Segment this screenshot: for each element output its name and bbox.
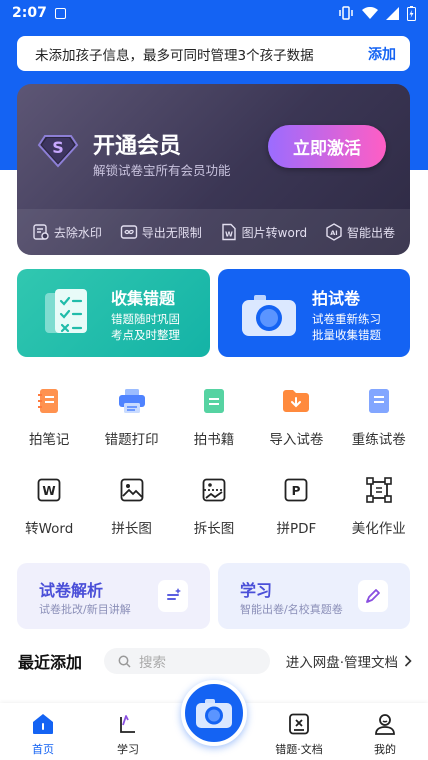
analysis-doc-icon [158, 580, 188, 612]
activate-vip-button[interactable]: 立即激活 [268, 125, 386, 168]
svg-text:W: W [43, 484, 56, 498]
svg-text:AI: AI [330, 229, 337, 237]
ai-icon: AI [326, 223, 342, 241]
tool-photo-books[interactable]: 拍书籍 [173, 386, 255, 448]
tab-me[interactable]: 我的 [355, 713, 415, 757]
tab-mistakes-docs[interactable]: 错题·文档 [269, 713, 329, 757]
tool-beautify-homework[interactable]: 美化作业 [338, 475, 420, 537]
svg-text:W: W [225, 231, 233, 239]
tool-to-word[interactable]: W 转Word [8, 475, 90, 537]
mistake-sheets-icon [45, 289, 87, 333]
card-line: 考点及时整理 [111, 328, 180, 342]
tool-grid-row-1: 拍笔记 错题打印 拍书籍 导入试卷 重练试卷 [8, 386, 420, 448]
svg-text:P: P [292, 484, 301, 498]
user-icon [375, 714, 395, 735]
tool-retry-exam[interactable]: 重练试卷 [338, 386, 420, 448]
status-time: 2:07 [12, 5, 47, 21]
exam-analysis-panel[interactable]: 试卷解析 试卷批改/新目讲解 [17, 563, 210, 629]
camera-icon [242, 295, 296, 336]
search-icon [118, 655, 131, 668]
notice-text: 未添加孩子信息，最多可同时管理3个孩子数据 [35, 47, 314, 64]
signal-icon [386, 6, 399, 20]
chevron-right-icon [404, 655, 412, 667]
study-icon [120, 715, 135, 733]
camera-fab-button[interactable] [181, 680, 247, 746]
beautify-icon [365, 477, 392, 503]
word-icon: W [37, 478, 61, 502]
search-input[interactable]: 搜索 [104, 648, 271, 674]
infinity-icon [120, 225, 137, 239]
card-line: 批量收集错题 [312, 328, 381, 342]
wifi-icon [362, 6, 378, 19]
recent-header: 最近添加 搜索 进入网盘·管理文档 [18, 648, 412, 674]
card-title: 收集错题 [111, 289, 176, 308]
search-placeholder: 搜索 [139, 655, 167, 671]
tool-grid-row-2: W 转Word 拼长图 拆长图 P 拼PDF 美化作业 [8, 475, 420, 537]
retry-doc-icon [368, 389, 389, 413]
vip-title: 开通会员 [93, 134, 182, 159]
vip-diamond-icon: S [37, 135, 79, 168]
tool-merge-pdf[interactable]: P 拼PDF [255, 475, 337, 537]
cloud-drive-link[interactable]: 进入网盘·管理文档 [286, 651, 412, 671]
panel-subtitle: 智能出卷/名校真题卷 [240, 603, 343, 616]
mistakes-doc-icon [289, 713, 309, 735]
split-image-icon [202, 478, 226, 502]
pdf-icon: P [284, 478, 308, 502]
vip-perks: 去除水印 导出无限制 W 图片转word AI 智能出卷 [17, 209, 410, 255]
status-bar: 2:07 [0, 0, 428, 26]
tool-merge-long-image[interactable]: 拼长图 [90, 475, 172, 537]
watermark-icon [33, 224, 49, 240]
tab-home[interactable]: 首页 [13, 713, 73, 757]
card-line: 错题随时巩固 [111, 312, 180, 326]
home-icon [33, 714, 53, 734]
collect-mistakes-card[interactable]: 收集错题 错题随时巩固 考点及时整理 [17, 269, 210, 357]
child-info-notice: 未添加孩子信息，最多可同时管理3个孩子数据 添加 [17, 36, 410, 71]
tool-split-long-image[interactable]: 拆长图 [173, 475, 255, 537]
tool-photo-notes[interactable]: 拍笔记 [8, 386, 90, 448]
perk-image-to-word: W 图片转word [220, 223, 307, 241]
perk-unlimited-export: 导出无限制 [120, 223, 202, 241]
panel-title: 试卷解析 [39, 581, 104, 600]
vip-subtitle: 解锁试卷宝所有会员功能 [93, 163, 231, 178]
card-line: 试卷重新练习 [312, 312, 381, 326]
svg-text:S: S [52, 138, 64, 157]
panel-title: 学习 [240, 581, 273, 600]
perk-ai-exam: AI 智能出卷 [325, 223, 395, 241]
printer-icon [118, 389, 145, 413]
vibrate-icon [339, 6, 353, 20]
tab-study[interactable]: 学习 [98, 713, 158, 757]
tool-print-mistakes[interactable]: 错题打印 [90, 386, 172, 448]
battery-icon [407, 5, 416, 21]
folder-import-icon [283, 390, 310, 412]
recent-title: 最近添加 [18, 653, 83, 672]
book-icon [203, 389, 224, 413]
scan-exam-card[interactable]: 拍试卷 试卷重新练习 批量收集错题 [218, 269, 410, 357]
merge-image-icon [120, 478, 143, 502]
pen-icon [358, 580, 388, 612]
notebook-icon [38, 389, 59, 413]
vip-banner[interactable]: S 开通会员 解锁试卷宝所有会员功能 立即激活 去除水印 导出无限制 W 图片转… [17, 84, 410, 255]
add-child-button[interactable]: 添加 [368, 44, 396, 64]
panel-subtitle: 试卷批改/新目讲解 [39, 603, 131, 616]
tool-import-exam[interactable]: 导入试卷 [255, 386, 337, 448]
camera-icon [196, 699, 232, 728]
study-panel[interactable]: 学习 智能出卷/名校真题卷 [218, 563, 410, 629]
notification-icon [54, 7, 66, 19]
perk-remove-watermark: 去除水印 [32, 223, 102, 241]
card-title: 拍试卷 [312, 289, 361, 308]
word-doc-icon: W [221, 223, 236, 241]
